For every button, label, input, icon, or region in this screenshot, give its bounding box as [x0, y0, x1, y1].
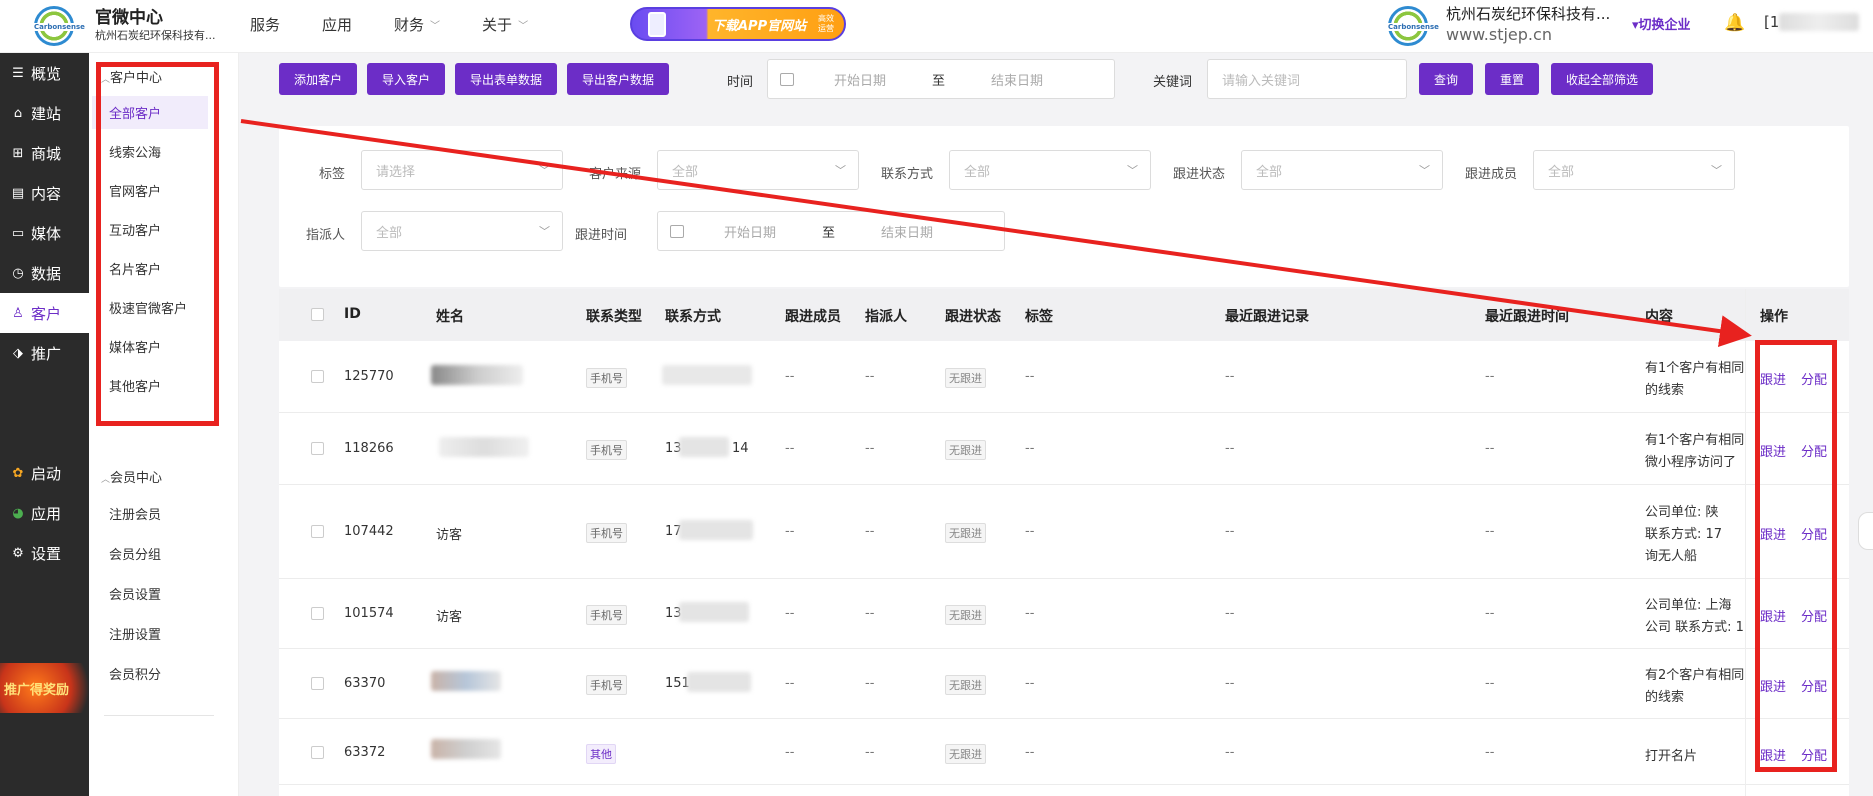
annotation-arrow — [240, 119, 1752, 348]
